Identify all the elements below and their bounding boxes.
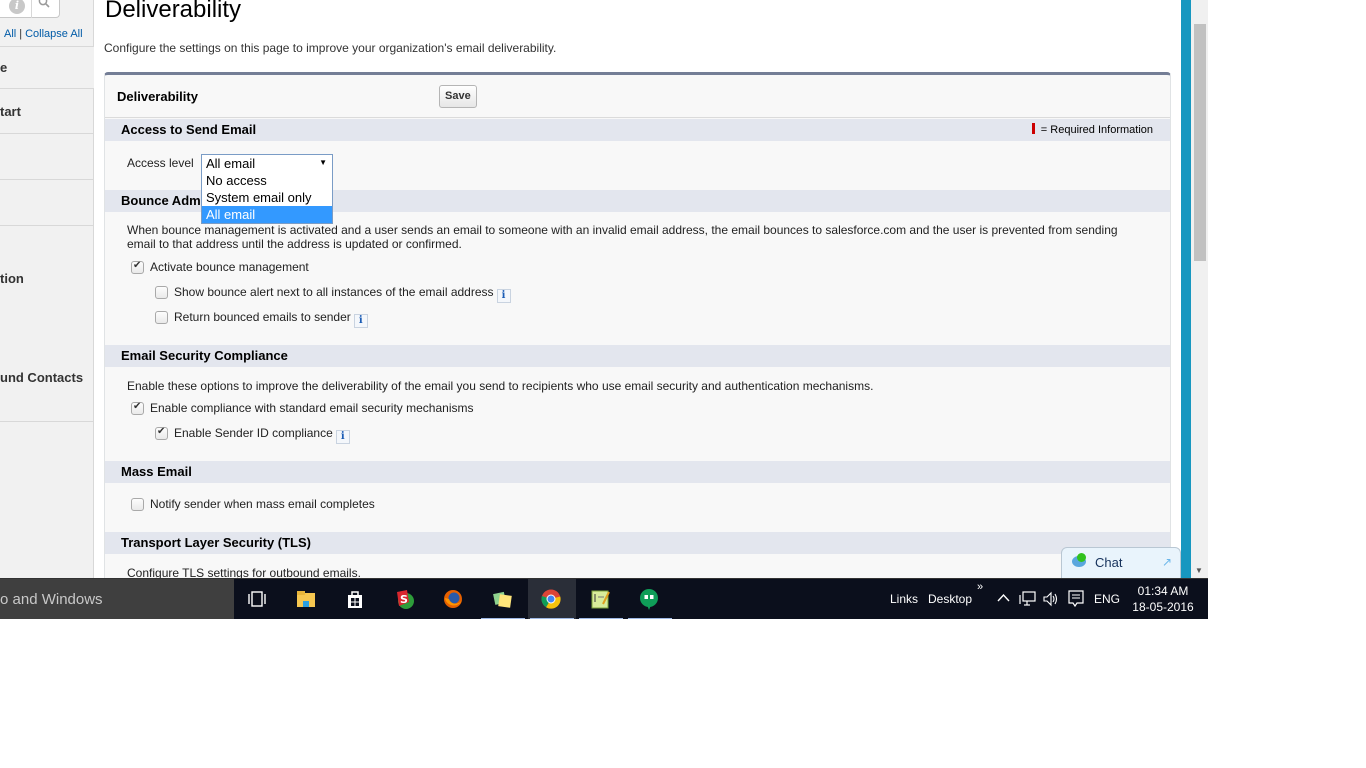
section-header-tls: Transport Layer Security (TLS) [105, 532, 1170, 554]
sidebar-item[interactable]: tion [0, 226, 94, 326]
access-level-label: Access level [127, 156, 194, 170]
access-level-select[interactable]: All email ▼ [201, 154, 333, 173]
running-indicator [579, 618, 623, 619]
volume-icon[interactable] [1043, 591, 1059, 607]
desktop-toolbar[interactable]: Desktop [928, 592, 972, 606]
panel-header: Deliverability Save [105, 75, 1170, 118]
sticky-notes-icon [493, 591, 512, 608]
firefox-button[interactable] [430, 579, 478, 619]
sidebar-item[interactable]: tart [0, 89, 94, 134]
activate-bounce-label: Activate bounce management [150, 260, 309, 274]
hangouts-icon [640, 589, 658, 610]
show-bounce-alert-label: Show bounce alert next to all instances … [174, 285, 511, 303]
chat-widget[interactable]: Chat ↗ [1061, 547, 1181, 579]
info-icon[interactable]: i [335, 430, 350, 444]
running-indicator [481, 618, 525, 619]
sidebar-item[interactable] [0, 422, 94, 578]
scrollbar-thumb[interactable] [1194, 24, 1206, 261]
hangouts-button[interactable] [626, 579, 674, 619]
windows-taskbar: o and Windows S Links Desktop » ENG 01:3… [0, 578, 1208, 619]
activate-bounce-checkbox[interactable] [131, 260, 144, 274]
app-s-icon: S [397, 590, 414, 609]
sidebar-item[interactable] [0, 134, 94, 180]
standard-compliance-label: Enable compliance with standard email se… [150, 401, 474, 415]
search-icon[interactable] [38, 0, 50, 8]
dropdown-arrow-icon: ▼ [319, 158, 327, 167]
taskbar-search-box[interactable]: o and Windows [0, 579, 234, 619]
bounce-description: When bounce management is activated and … [127, 223, 1118, 251]
required-marker-icon [1031, 123, 1035, 134]
chrome-button[interactable] [528, 579, 576, 619]
notepad-button[interactable] [577, 579, 625, 619]
info-icon[interactable]: i [496, 289, 511, 303]
sticky-notes-button[interactable] [479, 579, 527, 619]
option-no-access[interactable]: No access [202, 172, 332, 189]
sidebar-item[interactable] [0, 180, 94, 226]
chat-label: Chat [1095, 555, 1123, 570]
show-bounce-alert-checkbox[interactable] [155, 286, 168, 299]
show-hidden-icons-icon[interactable] [997, 593, 1010, 603]
sidebar-item[interactable]: e [0, 46, 94, 89]
clock-date: 18-05-2016 [1132, 600, 1194, 614]
return-bounced-label: Return bounced emails to sender i [174, 310, 368, 328]
setup-sidebar: i All | Collapse All e tart tion und Conta… [0, 0, 94, 578]
expand-all-link[interactable]: All [4, 28, 16, 40]
task-view-icon [248, 591, 266, 607]
store-button[interactable] [332, 579, 380, 619]
expand-collapse-links: All | Collapse All [4, 28, 83, 40]
action-center-icon[interactable] [1068, 590, 1084, 608]
notepad-icon [591, 590, 610, 609]
info-icon[interactable]: i [9, 0, 25, 14]
firefox-icon [444, 590, 462, 608]
vertical-scrollbar[interactable]: ▼ [1191, 0, 1208, 578]
info-icon[interactable]: i [353, 314, 368, 328]
language-indicator[interactable]: ENG [1094, 592, 1120, 606]
sender-id-checkbox[interactable] [155, 426, 168, 440]
main-content: Deliverability Configure the settings on… [94, 0, 1180, 592]
standard-compliance-checkbox[interactable] [131, 401, 144, 415]
deliverability-panel: Deliverability Save Access to Send Email… [104, 72, 1171, 592]
taskbar-clock[interactable]: 01:34 AM 18-05-2016 [1130, 583, 1196, 615]
option-system-email-only[interactable]: System email only [202, 189, 332, 206]
page-description: Configure the settings on this page to i… [104, 41, 557, 55]
sidebar-quick-find[interactable]: i [0, 0, 60, 18]
notify-mass-email-label: Notify sender when mass email completes [150, 497, 375, 511]
section-header-security: Email Security Compliance [105, 345, 1170, 367]
notify-mass-email-checkbox[interactable] [131, 498, 144, 511]
toolbar-more-icon[interactable]: » [977, 581, 983, 593]
screen: i All | Collapse All e tart tion und Conta… [0, 0, 1208, 619]
page-title: Deliverability [105, 0, 242, 23]
running-indicator [530, 618, 574, 619]
section-header-access: Access to Send Email = Required Informat… [105, 119, 1170, 141]
panel-title: Deliverability [117, 89, 198, 104]
required-info-legend: = Required Information [1031, 123, 1153, 136]
return-bounced-checkbox[interactable] [155, 311, 168, 324]
clock-time: 01:34 AM [1137, 584, 1189, 598]
access-level-options: No access System email only All email [201, 172, 333, 224]
sender-id-label: Enable Sender ID compliance i [174, 426, 350, 444]
network-icon[interactable] [1019, 591, 1036, 607]
app-s-button[interactable]: S [381, 579, 429, 619]
divider [31, 0, 32, 18]
store-icon [348, 591, 362, 608]
section-header-mass-email: Mass Email [105, 461, 1170, 483]
folder-icon [297, 591, 315, 607]
sidebar-item[interactable]: und Contacts [0, 326, 94, 422]
links-toolbar[interactable]: Links [890, 592, 918, 606]
popout-arrow-icon[interactable]: ↗ [1162, 555, 1172, 569]
save-button[interactable]: Save [439, 85, 477, 108]
accent-edge [1181, 0, 1191, 578]
scroll-down-arrow-icon[interactable]: ▼ [1195, 566, 1203, 575]
collapse-all-link[interactable]: Collapse All [25, 28, 82, 40]
option-all-email[interactable]: All email [202, 206, 332, 223]
file-explorer-button[interactable] [283, 579, 331, 619]
svg-text:S: S [400, 593, 408, 606]
chrome-icon [541, 589, 561, 609]
chat-bubble-icon [1072, 553, 1086, 567]
task-view-button[interactable] [234, 579, 282, 619]
running-indicator [628, 618, 672, 619]
security-description: Enable these options to improve the deli… [127, 379, 874, 393]
